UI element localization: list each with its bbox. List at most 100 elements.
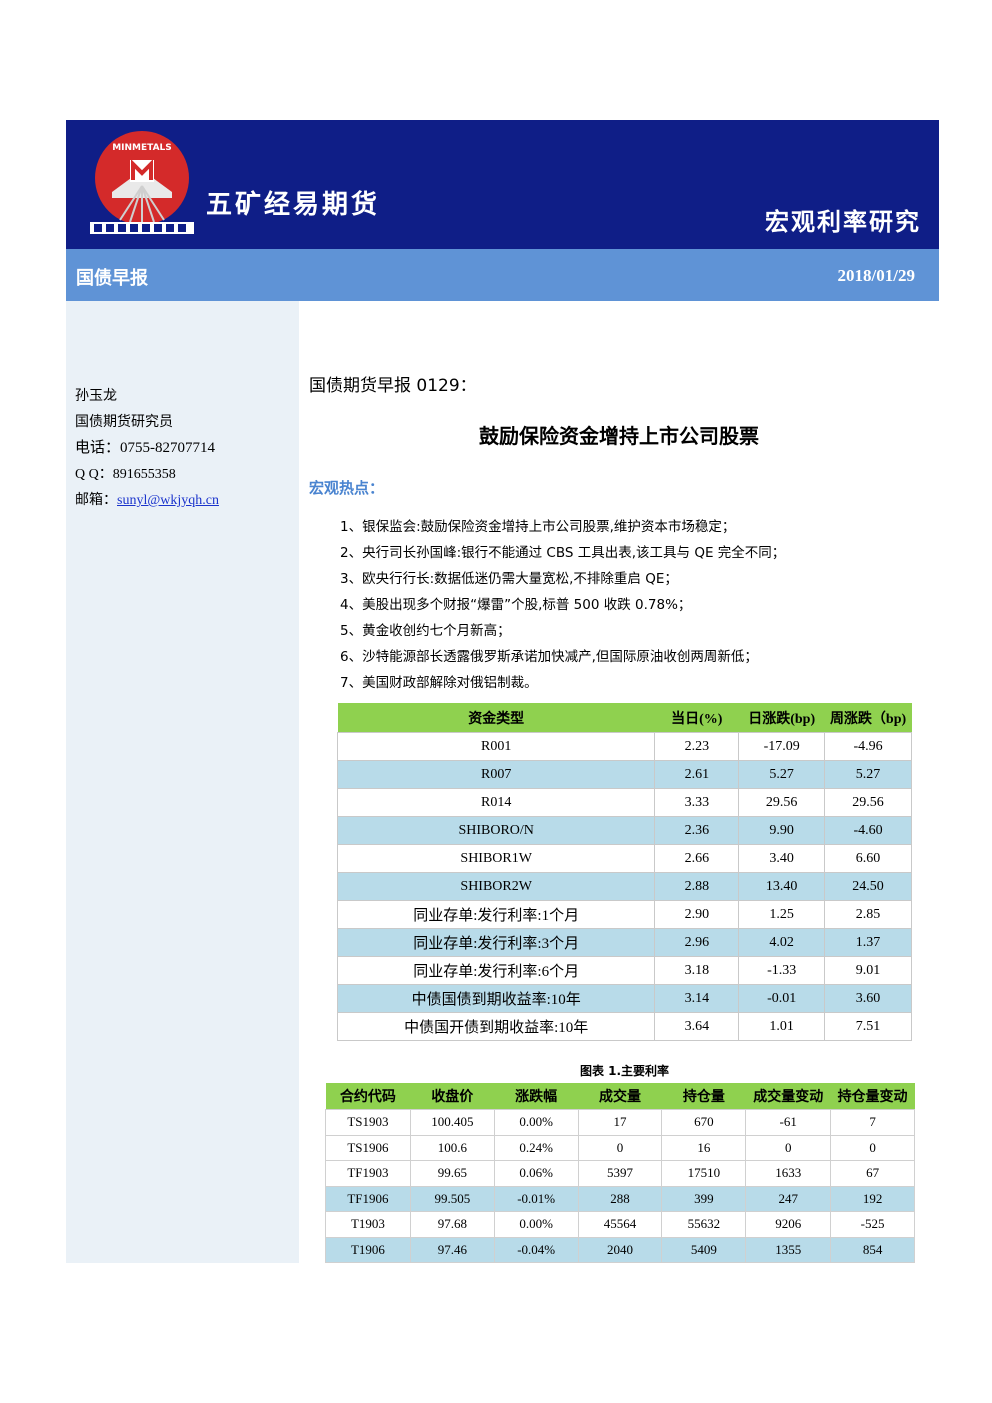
author-title: 国债期货研究员 (75, 414, 173, 430)
table-header-row: 资金类型 当日(%) 日涨跌(bp) 周涨跌（bp) (337, 703, 912, 733)
column-header: 持仓量变动 (830, 1083, 915, 1110)
table-cell: 0.00% (493, 1211, 579, 1238)
table-cell: R014 (336, 788, 656, 817)
table-cell: 2.61 (654, 760, 740, 789)
table-cell: 0 (830, 1134, 915, 1161)
contracts-table: 合约代码 收盘价 涨跌幅 成交量 持仓量 成交量变动 持仓量变动 TS1903 1… (325, 1083, 915, 1263)
table-cell: 中债国开债到期收益率:10年 (336, 1012, 656, 1041)
table-cell: -0.04% (493, 1236, 579, 1263)
table-cell: 2.85 (824, 900, 912, 929)
table-row: TS1903 100.405 0.00% 17 670 -61 7 (325, 1109, 915, 1136)
column-header: 持仓量 (661, 1083, 746, 1110)
table-cell: 17 (577, 1109, 663, 1136)
table-row: R007 2.61 5.27 5.27 (336, 760, 912, 789)
table-cell: 3.33 (654, 788, 740, 817)
table-cell: R007 (336, 760, 656, 789)
table-cell: 1355 (745, 1236, 832, 1263)
table-cell: 99.65 (409, 1160, 495, 1187)
table-cell: 45564 (577, 1211, 663, 1238)
table-cell: 5.27 (824, 760, 912, 789)
report-date: 2018/01/29 (837, 266, 915, 285)
table-cell: 854 (830, 1236, 915, 1263)
table-cell: 13.40 (738, 872, 826, 901)
table-cell: 3.18 (654, 956, 740, 985)
table-cell: SHIBORO/N (336, 816, 656, 845)
table-cell: 9.01 (824, 956, 912, 985)
table-row: TF1903 99.65 0.06% 5397 17510 1633 67 (325, 1160, 915, 1187)
table-cell: 同业存单:发行利率:1个月 (336, 900, 656, 929)
table-cell: 3.60 (824, 984, 912, 1013)
table-row: R001 2.23 -17.09 -4.96 (336, 732, 912, 761)
table-cell: TS1906 (325, 1134, 411, 1161)
table-cell: 399 (661, 1185, 747, 1212)
company-name: 五矿经易期货 (206, 190, 381, 220)
table-cell: 9.90 (738, 816, 826, 845)
table-cell: 2.36 (654, 816, 740, 845)
table-cell: 3.64 (654, 1012, 740, 1041)
table-cell: SHIBOR1W (336, 844, 656, 873)
table-cell: 288 (577, 1185, 663, 1212)
table-cell: 0 (577, 1134, 663, 1161)
table-cell: -4.60 (824, 816, 912, 845)
news-item: 2、央行司长孙国峰:银行不能通过 CBS 工具出表,该工具与 QE 完全不同； (340, 545, 786, 561)
table-row: T1903 97.68 0.00% 45564 55632 9206 -525 (325, 1211, 915, 1238)
email-label: 邮箱： (75, 493, 117, 508)
hotspot-label: 宏观热点： (309, 479, 385, 497)
table-cell: 97.46 (409, 1236, 495, 1263)
column-header: 资金类型 (337, 703, 655, 733)
author-qq: Q Q：891655358 (75, 467, 176, 482)
news-item: 6、沙特能源部长透露俄罗斯承诺加快减产,但国际原油收创两周新低； (340, 649, 758, 665)
table-cell: 67 (830, 1160, 915, 1187)
column-header: 合约代码 (325, 1083, 411, 1110)
table-cell: TS1903 (325, 1109, 411, 1136)
table-cell: -525 (830, 1211, 915, 1238)
table-cell: 2.96 (654, 928, 740, 957)
table-row: TF1906 99.505 -0.01% 288 399 247 192 (325, 1185, 915, 1212)
table-row: 同业存单:发行利率:3个月 2.96 4.02 1.37 (336, 928, 912, 957)
table-row: SHIBOR2W 2.88 13.40 24.50 (336, 872, 912, 901)
table-cell: 3.40 (738, 844, 826, 873)
table-row: 同业存单:发行利率:1个月 2.90 1.25 2.85 (336, 900, 912, 929)
rates-table: 资金类型 当日(%) 日涨跌(bp) 周涨跌（bp) R001 2.23 -17.0… (336, 703, 912, 1041)
email-link[interactable]: sunyl@wkjyqh.cn (117, 493, 219, 508)
table-cell: R001 (336, 732, 656, 761)
table-cell: 100.6 (409, 1134, 495, 1161)
table-cell: 99.505 (409, 1185, 495, 1212)
table-cell: SHIBOR2W (336, 872, 656, 901)
table-cell: 7.51 (824, 1012, 912, 1041)
table-cell: -17.09 (738, 732, 826, 761)
table-row: 同业存单:发行利率:6个月 3.18 -1.33 9.01 (336, 956, 912, 985)
table-cell: 9206 (745, 1211, 832, 1238)
author-name: 孙玉龙 (75, 388, 117, 404)
table-cell: 24.50 (824, 872, 912, 901)
table-cell: 7 (830, 1109, 915, 1136)
table-cell: 中债国债到期收益率:10年 (336, 984, 656, 1013)
table-cell: 0 (745, 1134, 832, 1161)
table-cell: 29.56 (824, 788, 912, 817)
table-cell: -61 (745, 1109, 832, 1136)
column-header: 当日(%) (654, 703, 739, 733)
column-header: 成交量变动 (745, 1083, 831, 1110)
author-phone: 电话：0755-82707714 (75, 440, 215, 456)
column-header: 成交量 (578, 1083, 662, 1110)
table-cell: 0.00% (493, 1109, 579, 1136)
report-type: 国债早报 (76, 268, 148, 289)
table-cell: 5.27 (738, 760, 826, 789)
column-header: 周涨跌（bp) (824, 703, 912, 733)
news-item: 5、黄金收创约七个月新高； (340, 623, 511, 639)
table-cell: TF1906 (325, 1185, 411, 1212)
table-header-row: 合约代码 收盘价 涨跌幅 成交量 持仓量 成交量变动 持仓量变动 (325, 1083, 915, 1110)
table-cell: 同业存单:发行利率:6个月 (336, 956, 656, 985)
table-row: 中债国债到期收益率:10年 3.14 -0.01 3.60 (336, 984, 912, 1013)
table-cell: 17510 (661, 1160, 747, 1187)
table-cell: -4.96 (824, 732, 912, 761)
table-row: 中债国开债到期收益率:10年 3.64 1.01 7.51 (336, 1012, 912, 1041)
table-cell: 同业存单:发行利率:3个月 (336, 928, 656, 957)
table-row: SHIBOR1W 2.66 3.40 6.60 (336, 844, 912, 873)
author-sidebar: 孙玉龙 国债期货研究员 电话：0755-82707714 Q Q：8916553… (66, 301, 299, 1263)
table-cell: 4.02 (738, 928, 826, 957)
table-cell: -1.33 (738, 956, 826, 985)
table-cell: 2.88 (654, 872, 740, 901)
table-cell: 97.68 (409, 1211, 495, 1238)
table-cell: -0.01% (493, 1185, 579, 1212)
